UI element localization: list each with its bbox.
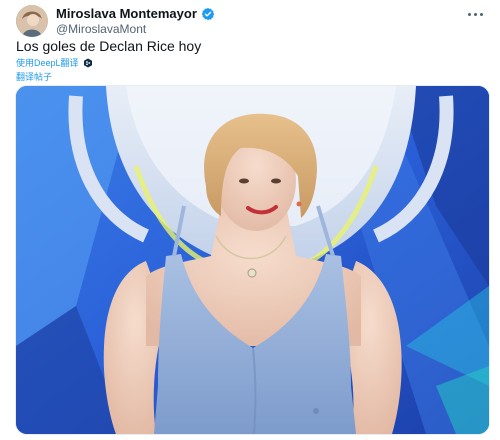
tweet-card: Miroslava Montemayor @MiroslavaMont Los … (0, 0, 500, 440)
author-handle[interactable]: @MiroslavaMont (56, 22, 146, 36)
tweet-media-image[interactable] (15, 85, 490, 435)
translate-row: 使用DeepL翻译 (16, 56, 93, 69)
author-name-row: Miroslava Montemayor (56, 6, 215, 21)
tweet-text: Los goles de Declan Rice hoy (16, 38, 202, 54)
avatar[interactable] (16, 5, 48, 37)
translate-deepl-link[interactable]: 使用DeepL翻译 (16, 56, 79, 69)
translate-post-link[interactable]: 翻译帖子 (16, 70, 52, 83)
verified-badge-icon (201, 7, 215, 21)
author-display-name[interactable]: Miroslava Montemayor (56, 6, 197, 21)
deepl-icon (83, 58, 93, 68)
more-options-icon[interactable] (468, 8, 486, 20)
